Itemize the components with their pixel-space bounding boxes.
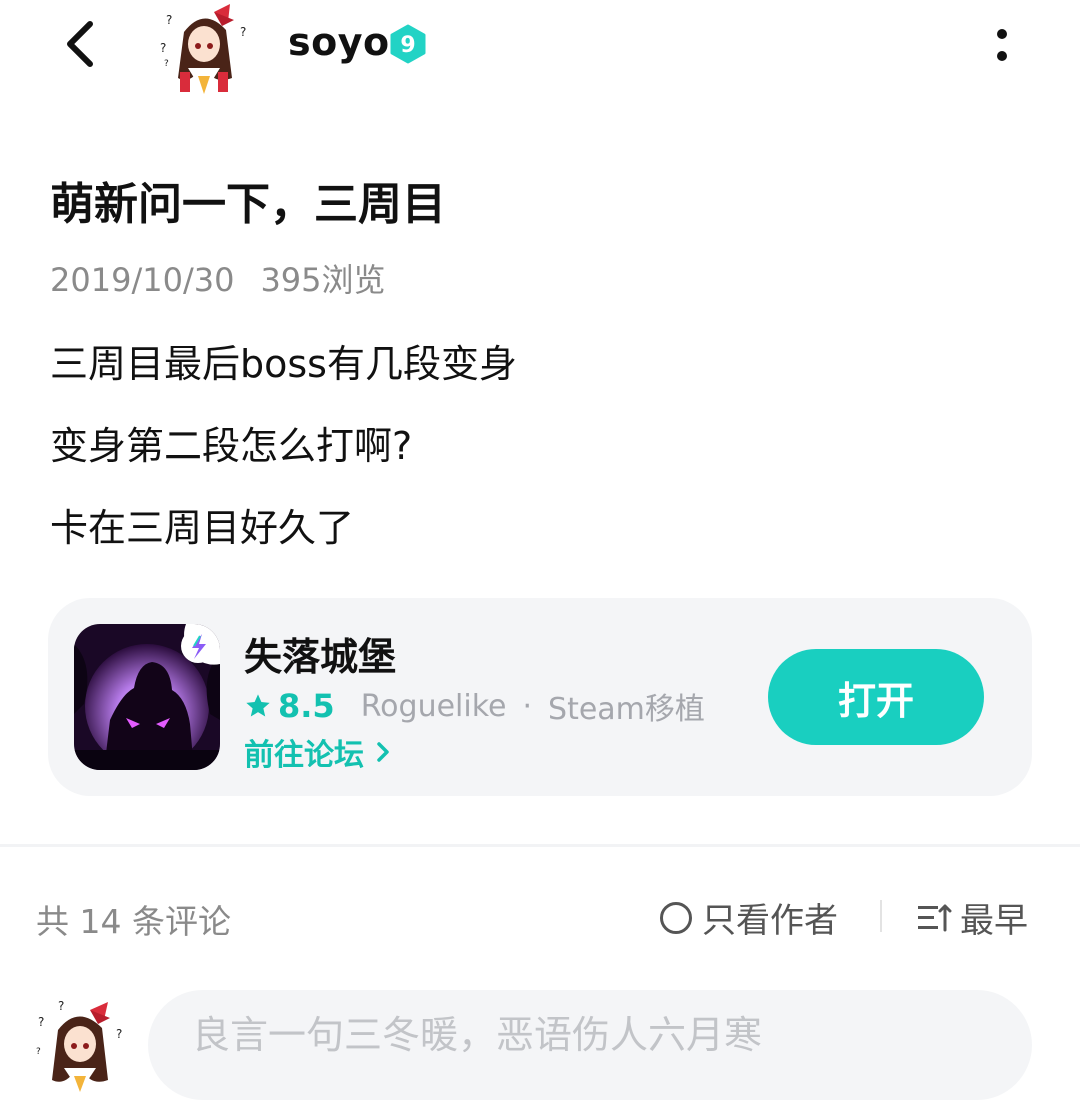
dark-castle-game-icon [74,624,220,770]
forum-link-label: 前往论坛 [244,738,364,773]
level-badge-icon: 9 [390,24,426,64]
sort-label: 最早 [960,901,1028,941]
post-views: 395浏览 [260,261,386,299]
game-tag: Steam移植 [548,692,705,727]
chevron-left-icon [67,21,93,67]
svg-text:?: ? [38,1015,44,1029]
open-game-button[interactable]: 打开 [768,649,984,745]
star-icon [246,694,270,717]
author-only-toggle[interactable]: 只看作者 [660,893,838,942]
author-only-label: 只看作者 [702,901,838,941]
svg-text:?: ? [240,25,246,39]
svg-text:?: ? [58,999,64,1013]
post-title: 萌新问一下，三周目 [50,179,446,230]
comment-input[interactable] [148,990,1032,1100]
post-meta: 2019/10/30 395浏览 [50,255,386,301]
author-username[interactable]: soyo [288,20,390,64]
back-button[interactable] [56,16,112,72]
sort-button[interactable]: 最早 [916,893,1028,942]
svg-text:?: ? [160,41,166,55]
post-body-line: 三周目最后boss有几段变身 [50,342,517,386]
section-divider [0,844,1080,847]
svg-text:?: ? [116,1027,122,1041]
level-number: 9 [400,33,415,58]
more-vertical-icon [997,29,1007,61]
filter-separator [880,900,882,932]
author-avatar[interactable]: ? ? ? ? [158,2,250,94]
anime-girl-avatar-icon: ? ? ? ? [36,999,122,1092]
radio-circle-icon [660,901,692,934]
post-body-line: 卡在三周目好久了 [50,506,355,550]
game-rating: 8.5 [278,687,335,725]
game-rating-row: 8.5 Roguelike · Steam移植 [244,684,705,728]
svg-text:?: ? [166,13,172,27]
sort-icon [918,904,952,931]
svg-text:?: ? [164,59,169,69]
tag-separator: · [522,688,533,724]
level-badge: 9 [388,24,428,64]
game-genre: Roguelike [360,688,507,724]
post-body-line: 变身第二段怎么打啊? [50,424,413,468]
game-name[interactable]: 失落城堡 [244,626,396,681]
comment-count: 共 14 条评论 [36,902,231,941]
anime-girl-avatar-icon: ? ? ? ? [160,4,246,94]
chevron-right-icon [377,742,389,762]
game-icon[interactable] [74,624,220,770]
my-avatar: ? ? ? ? [32,996,128,1092]
more-options-button[interactable] [986,26,1018,66]
svg-text:?: ? [36,1047,41,1057]
post-date: 2019/10/30 [50,261,235,299]
go-to-forum-link[interactable]: 前往论坛 [244,730,394,774]
